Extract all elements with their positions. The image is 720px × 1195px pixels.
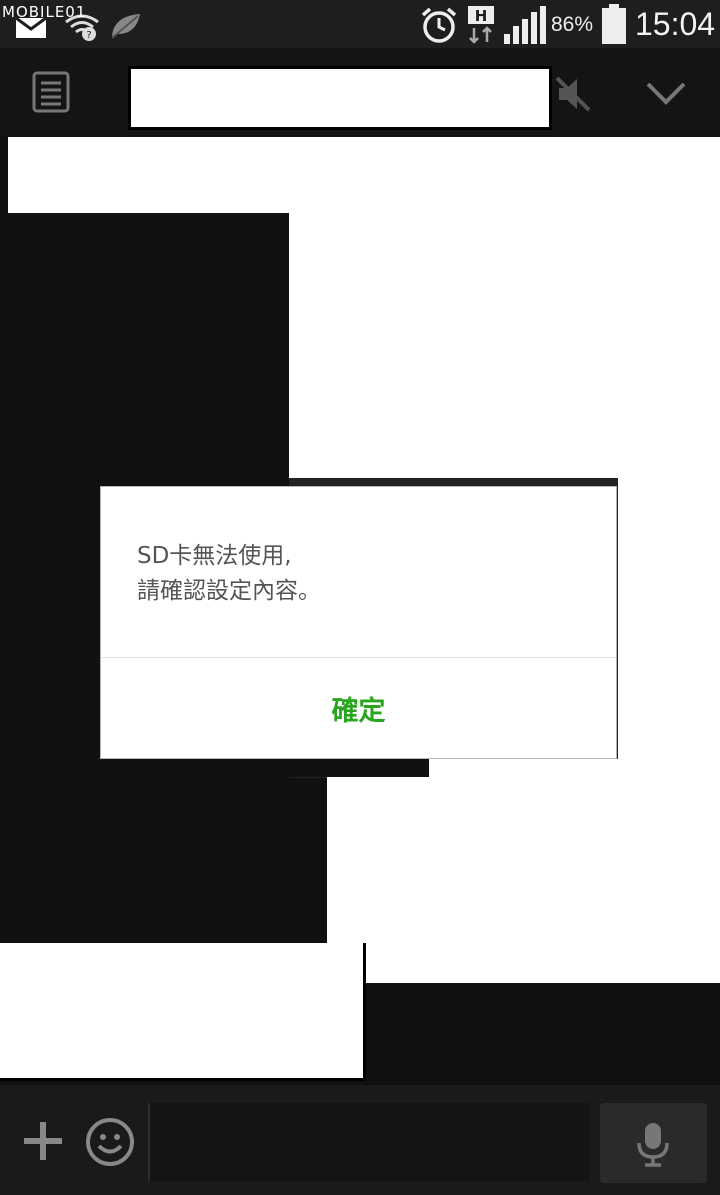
watermark-logo: MOBILE01 — [2, 3, 87, 21]
svg-text:?: ? — [86, 30, 91, 41]
redacted-message — [327, 777, 720, 983]
speaker-mute-icon — [555, 76, 591, 112]
attach-button[interactable] — [20, 1118, 66, 1164]
message-input[interactable] — [148, 1103, 590, 1181]
redacted-message — [0, 943, 366, 1081]
status-bar: ? MOBILE01 H 86% 15:04 — [0, 0, 720, 48]
dialog-message: SD卡無法使用, 請確認設定內容。 — [137, 539, 321, 609]
microphone-icon — [637, 1123, 669, 1167]
redacted-message — [429, 759, 618, 777]
redacted-message — [8, 137, 720, 213]
plus-icon — [24, 1122, 62, 1160]
battery-percent: 86% — [551, 13, 594, 36]
redacted-message — [289, 213, 720, 478]
expand-button[interactable] — [644, 76, 688, 110]
leaf-icon — [111, 14, 140, 39]
mute-button[interactable] — [555, 76, 593, 112]
error-dialog: SD卡無法使用, 請確認設定內容。 確定 — [100, 486, 617, 759]
svg-text:H: H — [475, 7, 488, 25]
alarm-icon — [421, 7, 457, 43]
dialog-message-line2: 請確認設定內容。 — [137, 578, 321, 604]
redacted-block — [289, 759, 429, 777]
menu-button[interactable] — [30, 71, 72, 113]
voice-button[interactable] — [600, 1103, 707, 1183]
h-network-icon: H — [468, 6, 494, 44]
signal-icon — [504, 6, 546, 44]
battery-icon — [602, 4, 626, 44]
dialog-message-line1: SD卡無法使用, — [137, 543, 292, 569]
confirm-button[interactable]: 確定 — [101, 658, 616, 759]
smiley-icon — [86, 1118, 134, 1166]
mail-icon — [16, 18, 46, 38]
chevron-down-icon — [646, 82, 686, 105]
message-input-bar — [0, 1085, 720, 1195]
chat-title-redacted — [128, 66, 552, 130]
list-icon — [32, 71, 70, 113]
chat-header — [0, 48, 720, 136]
emoji-button[interactable] — [84, 1116, 136, 1168]
clock: 15:04 — [635, 6, 716, 42]
